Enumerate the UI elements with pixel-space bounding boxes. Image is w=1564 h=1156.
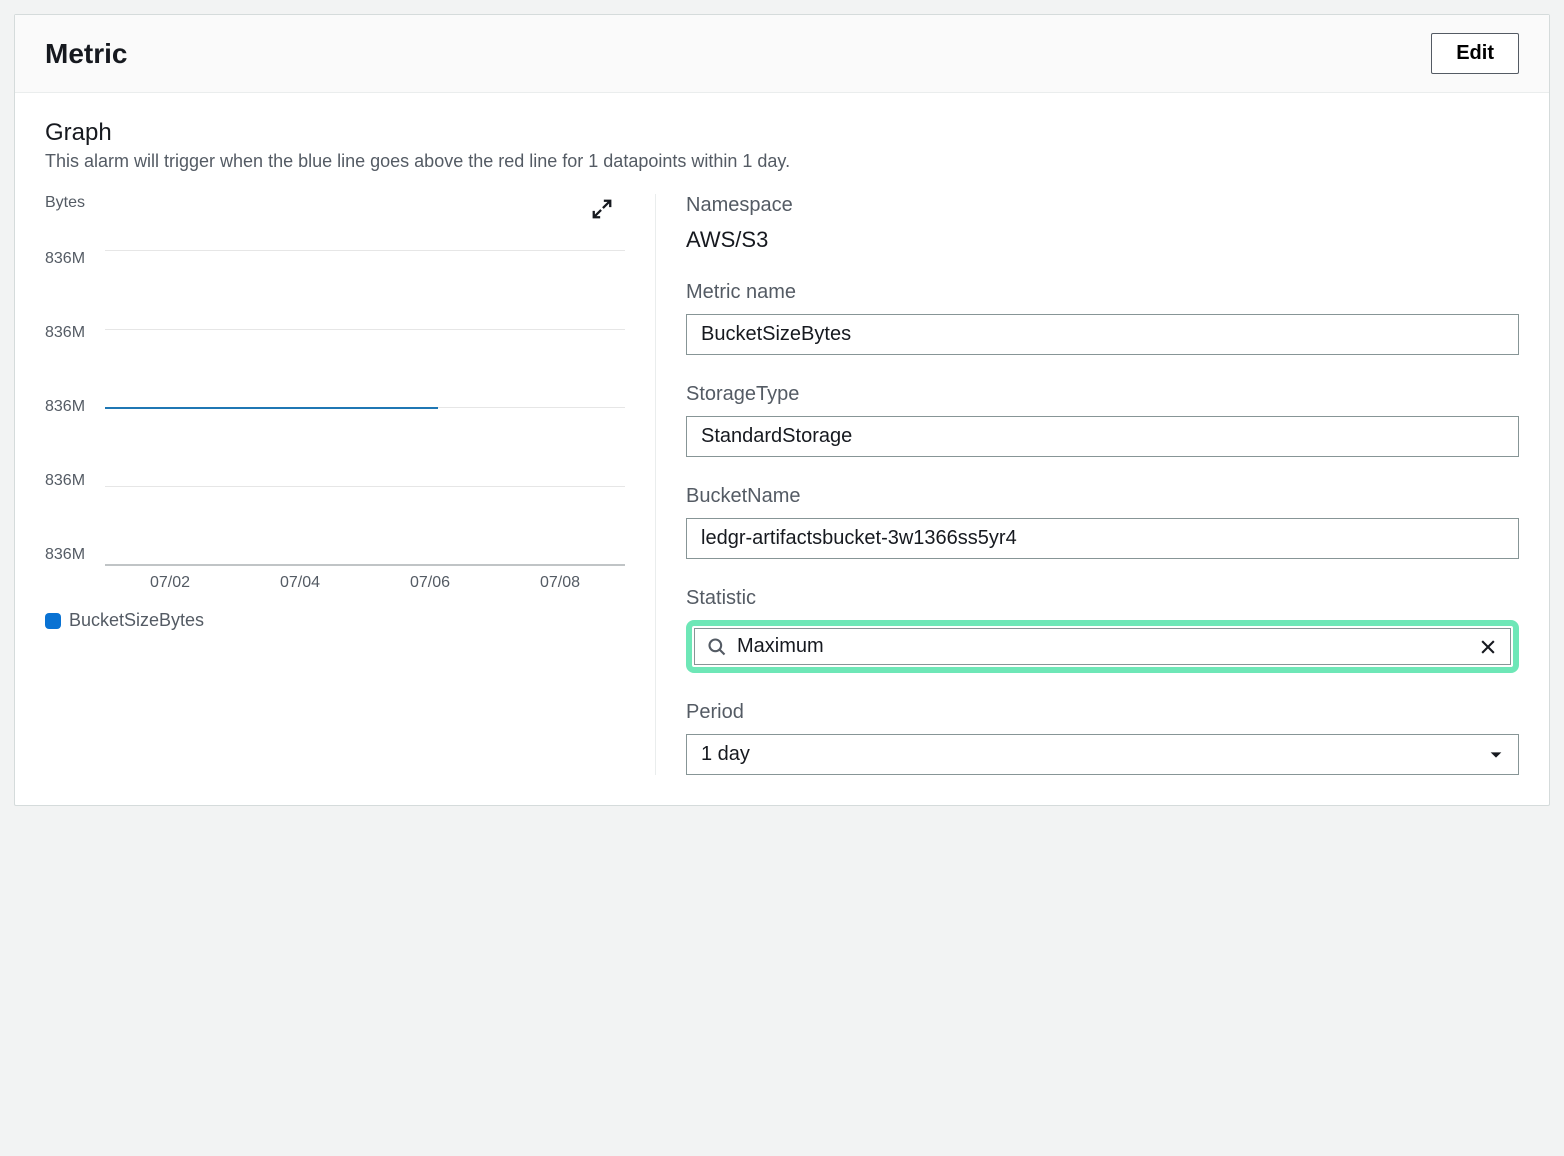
statistic-highlight	[686, 620, 1519, 673]
y-tick: 836M	[45, 398, 100, 416]
x-tick: 07/04	[280, 574, 320, 592]
expand-icon[interactable]	[591, 198, 613, 220]
metric-name-input[interactable]: BucketSizeBytes	[686, 314, 1519, 355]
period-select[interactable]: 1 day	[686, 734, 1519, 775]
graph-column: Bytes 836M 836M 836M 836M	[45, 194, 655, 775]
chart-y-axis-label: Bytes	[45, 194, 85, 212]
clear-icon[interactable]	[1478, 637, 1498, 657]
y-tick: 836M	[45, 546, 100, 564]
y-tick: 836M	[45, 250, 100, 268]
bucket-name-input[interactable]: ledgr-artifactsbucket-3w1366ss5yr4	[686, 518, 1519, 559]
panel-title: Metric	[45, 38, 127, 70]
bucket-name-label: BucketName	[686, 485, 1519, 508]
period-label: Period	[686, 701, 1519, 724]
series-line	[105, 407, 438, 409]
namespace-label: Namespace	[686, 194, 1519, 217]
metric-panel: Metric Edit Graph This alarm will trigge…	[14, 14, 1550, 806]
x-tick: 07/06	[410, 574, 450, 592]
chart-legend: BucketSizeBytes	[45, 610, 625, 631]
x-tick: 07/08	[540, 574, 580, 592]
edit-button[interactable]: Edit	[1431, 33, 1519, 74]
panel-header: Metric Edit	[15, 15, 1549, 93]
y-axis-ticks: 836M 836M 836M 836M 836M	[45, 250, 100, 564]
storage-type-label: StorageType	[686, 383, 1519, 406]
y-tick: 836M	[45, 324, 100, 342]
details-column: Namespace AWS/S3 Metric name BucketSizeB…	[655, 194, 1519, 775]
legend-label: BucketSizeBytes	[69, 610, 204, 631]
search-icon	[707, 637, 727, 657]
legend-swatch	[45, 613, 61, 629]
metric-name-label: Metric name	[686, 281, 1519, 304]
y-tick: 836M	[45, 472, 100, 490]
x-axis-ticks: 07/02 07/04 07/06 07/08	[105, 574, 625, 592]
statistic-label: Statistic	[686, 587, 1519, 610]
statistic-input[interactable]	[737, 635, 1468, 658]
graph-title: Graph	[45, 119, 1519, 147]
plot-area	[105, 250, 625, 564]
period-value: 1 day	[701, 743, 750, 766]
panel-body: Graph This alarm will trigger when the b…	[15, 93, 1549, 805]
metric-chart: 836M 836M 836M 836M 836M	[45, 222, 625, 592]
chevron-down-icon	[1488, 747, 1504, 763]
graph-description: This alarm will trigger when the blue li…	[45, 151, 1519, 172]
statistic-combobox[interactable]	[694, 628, 1511, 665]
namespace-value: AWS/S3	[686, 227, 1519, 253]
x-tick: 07/02	[150, 574, 190, 592]
storage-type-input[interactable]: StandardStorage	[686, 416, 1519, 457]
